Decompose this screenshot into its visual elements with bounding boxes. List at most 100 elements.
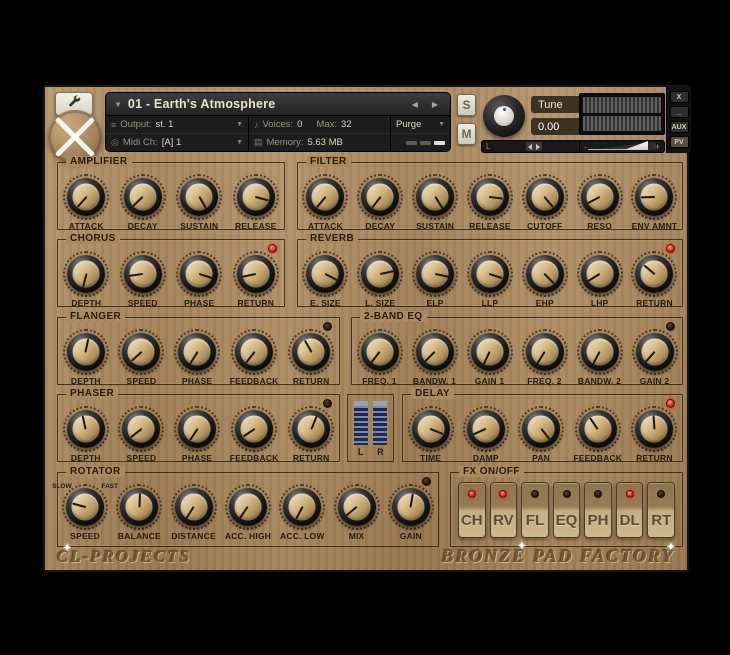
knob-depth[interactable]: DEPTH — [63, 251, 110, 308]
knob-pan[interactable]: PAN — [518, 406, 565, 463]
knob-body[interactable] — [466, 410, 505, 448]
knob-body[interactable] — [283, 488, 322, 526]
knob-body[interactable] — [415, 333, 454, 371]
minimize-button[interactable]: _ — [669, 106, 689, 118]
knob-feedback[interactable]: FEEDBACK — [230, 329, 279, 386]
knob-feedback[interactable]: FEEDBACK — [573, 406, 622, 463]
knob-time[interactable]: TIME — [407, 406, 454, 463]
knob-body[interactable] — [580, 333, 619, 371]
knob-body[interactable] — [292, 333, 331, 371]
knob-return[interactable]: RETURN — [288, 329, 335, 386]
knob-body[interactable] — [306, 178, 345, 216]
knob-body[interactable] — [67, 178, 106, 216]
knob-body[interactable] — [525, 178, 564, 216]
knob-return[interactable]: RETURN — [631, 251, 678, 308]
fx-toggle-rt[interactable]: RT — [647, 482, 676, 538]
knob-body[interactable] — [391, 488, 430, 526]
knob-gain-1[interactable]: GAIN 1 — [466, 329, 513, 386]
knob-body[interactable] — [635, 333, 674, 371]
tune-knob[interactable] — [483, 95, 525, 137]
knob-body[interactable] — [178, 333, 217, 371]
knob-body[interactable] — [292, 410, 331, 448]
knob-l-size[interactable]: L. SIZE — [357, 251, 404, 308]
knob-speed[interactable]: SPEED — [119, 251, 166, 308]
knob-gain[interactable]: GAIN — [387, 484, 434, 541]
output-select[interactable]: ≡ Output: st. 1 ▼ — [106, 116, 249, 134]
knob-release[interactable]: RELEASE — [466, 174, 513, 231]
knob-body[interactable] — [67, 255, 106, 293]
knob-body[interactable] — [635, 178, 674, 216]
knob-ehp[interactable]: EHP — [521, 251, 568, 308]
knob-elp[interactable]: ELP — [412, 251, 459, 308]
knob-body[interactable] — [120, 488, 159, 526]
pan-slider[interactable]: L R — [481, 140, 589, 153]
knob-llp[interactable]: LLP — [466, 251, 513, 308]
knob-feedback[interactable]: FEEDBACK — [230, 406, 279, 463]
knob-reso[interactable]: RESO — [576, 174, 623, 231]
knob-sustain[interactable]: SUSTAIN — [412, 174, 459, 231]
knob-body[interactable] — [635, 410, 674, 448]
knob-body[interactable] — [361, 178, 400, 216]
knob-speed[interactable]: SLOW FAST SPEED — [52, 483, 118, 541]
knob-body[interactable] — [416, 255, 455, 293]
knob-depth[interactable]: DEPTH — [62, 329, 109, 386]
knob-body[interactable] — [580, 255, 619, 293]
knob-body[interactable] — [470, 255, 509, 293]
knob-sustain[interactable]: SUSTAIN — [176, 174, 223, 231]
knob-balance[interactable]: BALANCE — [116, 484, 163, 541]
knob-body[interactable] — [123, 178, 162, 216]
max-value[interactable]: 32 — [341, 119, 352, 130]
knob-freq-2[interactable]: FREQ. 2 — [521, 329, 568, 386]
knob-freq-1[interactable]: FREQ. 1 — [356, 329, 403, 386]
knob-decay[interactable]: DECAY — [119, 174, 166, 231]
knob-speed[interactable]: SPEED — [118, 329, 165, 386]
knob-return[interactable]: RETURN — [631, 406, 678, 463]
fx-toggle-ph[interactable]: PH — [584, 482, 612, 538]
knob-bandw-2[interactable]: BANDW. 2 — [576, 329, 623, 386]
purge-select[interactable]: Purge ▼ — [391, 116, 450, 134]
knob-body[interactable] — [470, 333, 509, 371]
knob-body[interactable] — [122, 333, 161, 371]
volume-slider[interactable]: - + — [579, 140, 665, 153]
knob-return[interactable]: RETURN — [288, 406, 335, 463]
knob-phase[interactable]: PHASE — [174, 329, 221, 386]
knob-attack[interactable]: ATTACK — [302, 174, 349, 231]
knob-body[interactable] — [411, 410, 450, 448]
fx-toggle-dl[interactable]: DL — [615, 482, 644, 538]
knob-env-amnt[interactable]: ENV AMNT — [631, 174, 678, 231]
knob-body[interactable] — [235, 333, 274, 371]
knob-phase[interactable]: PHASE — [176, 251, 223, 308]
knob-body[interactable] — [522, 410, 561, 448]
knob-body[interactable] — [228, 488, 267, 526]
midi-select[interactable]: ◎ Midi Ch: [A] 1 ▼ — [106, 134, 249, 151]
fx-toggle-fl[interactable]: FL — [521, 482, 549, 538]
knob-body[interactable] — [236, 255, 275, 293]
knob-body[interactable] — [122, 410, 161, 448]
knob-body[interactable] — [66, 410, 105, 448]
knob-body[interactable] — [180, 255, 219, 293]
knob-body[interactable] — [361, 255, 400, 293]
pan-marker[interactable] — [526, 142, 543, 151]
knob-body[interactable] — [235, 410, 274, 448]
knob-mix[interactable]: MIX — [333, 484, 380, 541]
knob-distance[interactable]: DISTANCE — [170, 484, 217, 541]
knob-bandw-1[interactable]: BANDW. 1 — [411, 329, 458, 386]
knob-cutoff[interactable]: CUTOFF — [521, 174, 568, 231]
knob-return[interactable]: RETURN — [232, 251, 279, 308]
next-patch-button[interactable]: ▶ — [428, 98, 442, 111]
knob-acc-high[interactable]: ACC. HIGH — [225, 484, 271, 541]
knob-body[interactable] — [525, 333, 564, 371]
knob-body[interactable] — [360, 333, 399, 371]
knob-depth[interactable]: DEPTH — [62, 406, 109, 463]
mute-button[interactable]: M — [457, 123, 476, 145]
knob-phase[interactable]: PHASE — [174, 406, 221, 463]
knob-body[interactable] — [66, 333, 105, 371]
knob-lhp[interactable]: LHP — [576, 251, 623, 308]
knob-body[interactable] — [178, 410, 217, 448]
knob-body[interactable] — [416, 178, 455, 216]
knob-body[interactable] — [306, 255, 345, 293]
pv-button[interactable]: pv — [669, 136, 689, 148]
knob-body[interactable] — [578, 410, 617, 448]
knob-attack[interactable]: ATTACK — [63, 174, 110, 231]
knob-body[interactable] — [123, 255, 162, 293]
